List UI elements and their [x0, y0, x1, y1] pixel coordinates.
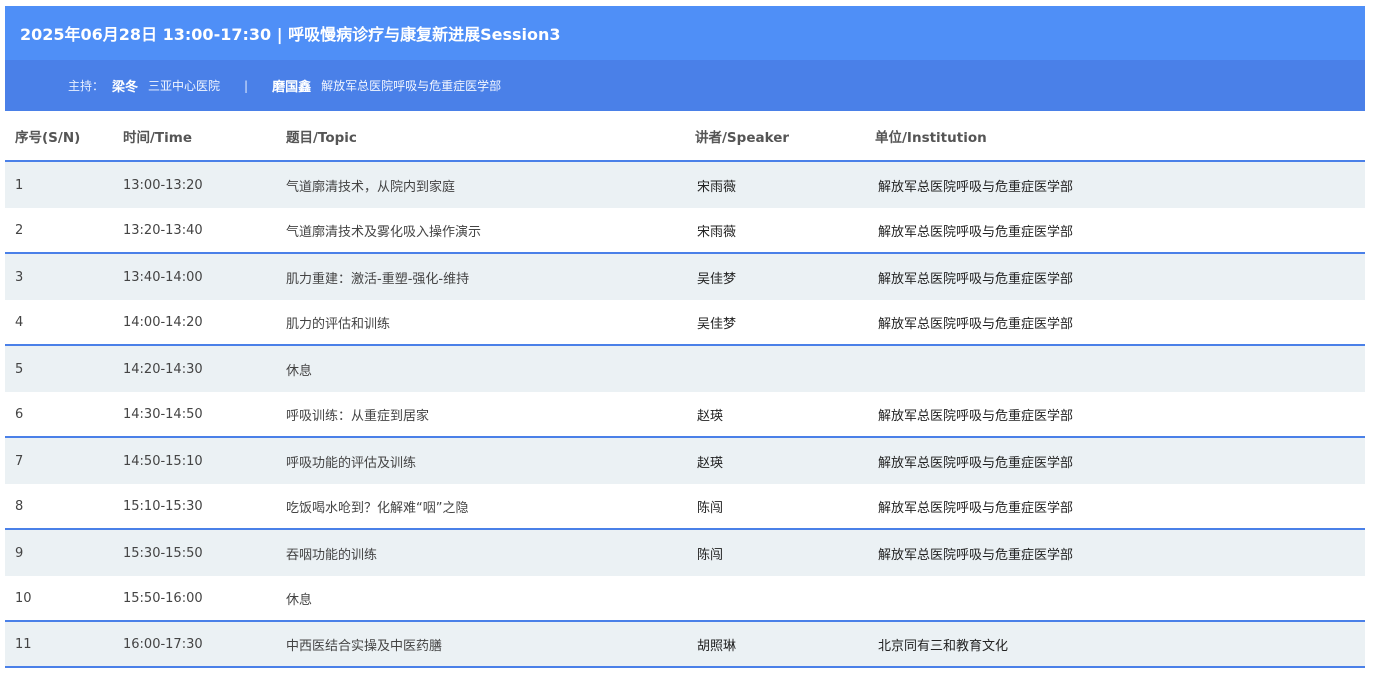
- header-speaker: 讲者/Speaker: [695, 129, 790, 146]
- cell-topic: 肌力重建：激活-重塑-强化-维持: [286, 271, 470, 287]
- table-row: 7 14:50-15:10 呼吸功能的评估及训练 赵瑛 解放军总医院呼吸与危重症…: [5, 438, 1365, 484]
- cell-sn: 4: [15, 314, 24, 330]
- cell-institution: 解放军总医院呼吸与危重症医学部: [878, 547, 1074, 563]
- table-row: 3 13:40-14:00 肌力重建：激活-重塑-强化-维持 吴佳梦 解放军总医…: [5, 254, 1365, 300]
- cell-speaker: 胡照琳: [697, 638, 737, 654]
- cell-institution: 解放军总医院呼吸与危重症医学部: [878, 271, 1074, 287]
- host-bar: 主持： 梁冬 三亚中心医院 | 磨国鑫 解放军总医院呼吸与危重症医学部: [5, 60, 1365, 111]
- cell-time: 13:40-14:00: [123, 269, 203, 285]
- cell-time: 15:10-15:30: [123, 498, 203, 514]
- cell-sn: 9: [15, 545, 24, 561]
- table-row: 10 15:50-16:00 休息: [5, 576, 1365, 622]
- cell-sn: 5: [15, 361, 24, 377]
- cell-time: 15:50-16:00: [123, 590, 203, 606]
- table-row: 4 14:00-14:20 肌力的评估和训练 吴佳梦 解放军总医院呼吸与危重症医…: [5, 300, 1365, 346]
- host-institution-1: 三亚中心医院: [148, 79, 221, 93]
- table-row: 2 13:20-13:40 气道廓清技术及雾化吸入操作演示 宋雨薇 解放军总医院…: [5, 208, 1365, 254]
- cell-institution: 解放军总医院呼吸与危重症医学部: [878, 500, 1074, 516]
- cell-time: 14:00-14:20: [123, 314, 203, 330]
- cell-topic: 气道廓清技术，从院内到家庭: [286, 179, 456, 195]
- cell-institution: 解放军总医院呼吸与危重症医学部: [878, 316, 1074, 332]
- cell-speaker: 陈闯: [697, 500, 724, 516]
- session-panel: 2025年06月28日 13:00-17:30 | 呼吸慢病诊疗与康复新进展Se…: [5, 6, 1365, 668]
- table-row: 6 14:30-14:50 呼吸训练：从重症到居家 赵瑛 解放军总医院呼吸与危重…: [5, 392, 1365, 438]
- cell-time: 16:00-17:30: [123, 636, 203, 652]
- cell-topic: 休息: [286, 592, 313, 608]
- cell-speaker: 宋雨薇: [697, 179, 737, 195]
- cell-institution: 解放军总医院呼吸与危重症医学部: [878, 224, 1074, 240]
- cell-time: 14:50-15:10: [123, 453, 203, 469]
- cell-speaker: 赵瑛: [697, 408, 724, 424]
- cell-speaker: 赵瑛: [697, 455, 724, 471]
- cell-sn: 7: [15, 453, 24, 469]
- header-time: 时间/Time: [123, 129, 192, 146]
- cell-topic: 休息: [286, 363, 313, 379]
- host-separator: |: [244, 78, 249, 93]
- table-row: 9 15:30-15:50 吞咽功能的训练 陈闯 解放军总医院呼吸与危重症医学部: [5, 530, 1365, 576]
- table-row: 5 14:20-14:30 休息: [5, 346, 1365, 392]
- table-row: 11 16:00-17:30 中西医结合实操及中医药膳 胡照琳 北京同有三和教育…: [5, 622, 1365, 668]
- cell-topic: 吃饭喝水呛到？化解难“咽”之隐: [286, 500, 469, 516]
- cell-institution: 解放军总医院呼吸与危重症医学部: [878, 408, 1074, 424]
- cell-topic: 中西医结合实操及中医药膳: [286, 638, 443, 654]
- header-institution: 单位/Institution: [875, 129, 987, 146]
- cell-time: 13:20-13:40: [123, 222, 203, 238]
- table-row: 8 15:10-15:30 吃饭喝水呛到？化解难“咽”之隐 陈闯 解放军总医院呼…: [5, 484, 1365, 530]
- cell-sn: 1: [15, 177, 24, 193]
- host-institution-2: 解放军总医院呼吸与危重症医学部: [321, 79, 502, 93]
- cell-time: 13:00-13:20: [123, 177, 203, 193]
- cell-topic: 呼吸功能的评估及训练: [286, 455, 417, 471]
- host-label: 主持：: [68, 79, 105, 93]
- session-title-bar: 2025年06月28日 13:00-17:30 | 呼吸慢病诊疗与康复新进展Se…: [5, 6, 1365, 60]
- cell-sn: 11: [15, 636, 32, 652]
- cell-speaker: 陈闯: [697, 547, 724, 563]
- cell-institution: 北京同有三和教育文化: [878, 638, 1009, 654]
- cell-topic: 吞咽功能的训练: [286, 547, 378, 563]
- cell-time: 14:30-14:50: [123, 406, 203, 422]
- cell-topic: 肌力的评估和训练: [286, 316, 391, 332]
- host-name-1: 梁冬: [112, 80, 139, 95]
- cell-sn: 10: [15, 590, 32, 606]
- header-topic: 题目/Topic: [286, 129, 357, 146]
- header-sn: 序号(S/N): [15, 129, 81, 146]
- cell-sn: 8: [15, 498, 24, 514]
- table-row: 1 13:00-13:20 气道廓清技术，从院内到家庭 宋雨薇 解放军总医院呼吸…: [5, 162, 1365, 208]
- cell-time: 15:30-15:50: [123, 545, 203, 561]
- cell-topic: 气道廓清技术及雾化吸入操作演示: [286, 224, 482, 240]
- host-name-2: 磨国鑫: [272, 80, 312, 95]
- cell-sn: 2: [15, 222, 24, 238]
- cell-speaker: 吴佳梦: [697, 271, 737, 287]
- cell-speaker: 宋雨薇: [697, 224, 737, 240]
- cell-topic: 呼吸训练：从重症到居家: [286, 408, 430, 424]
- cell-speaker: 吴佳梦: [697, 316, 737, 332]
- cell-sn: 3: [15, 269, 24, 285]
- cell-sn: 6: [15, 406, 24, 422]
- cell-institution: 解放军总医院呼吸与危重症医学部: [878, 179, 1074, 195]
- cell-time: 14:20-14:30: [123, 361, 203, 377]
- cell-institution: 解放军总医院呼吸与危重症医学部: [878, 455, 1074, 471]
- session-title: 2025年06月28日 13:00-17:30 | 呼吸慢病诊疗与康复新进展Se…: [20, 25, 561, 44]
- table-header: 序号(S/N) 时间/Time 题目/Topic 讲者/Speaker 单位/I…: [5, 111, 1365, 162]
